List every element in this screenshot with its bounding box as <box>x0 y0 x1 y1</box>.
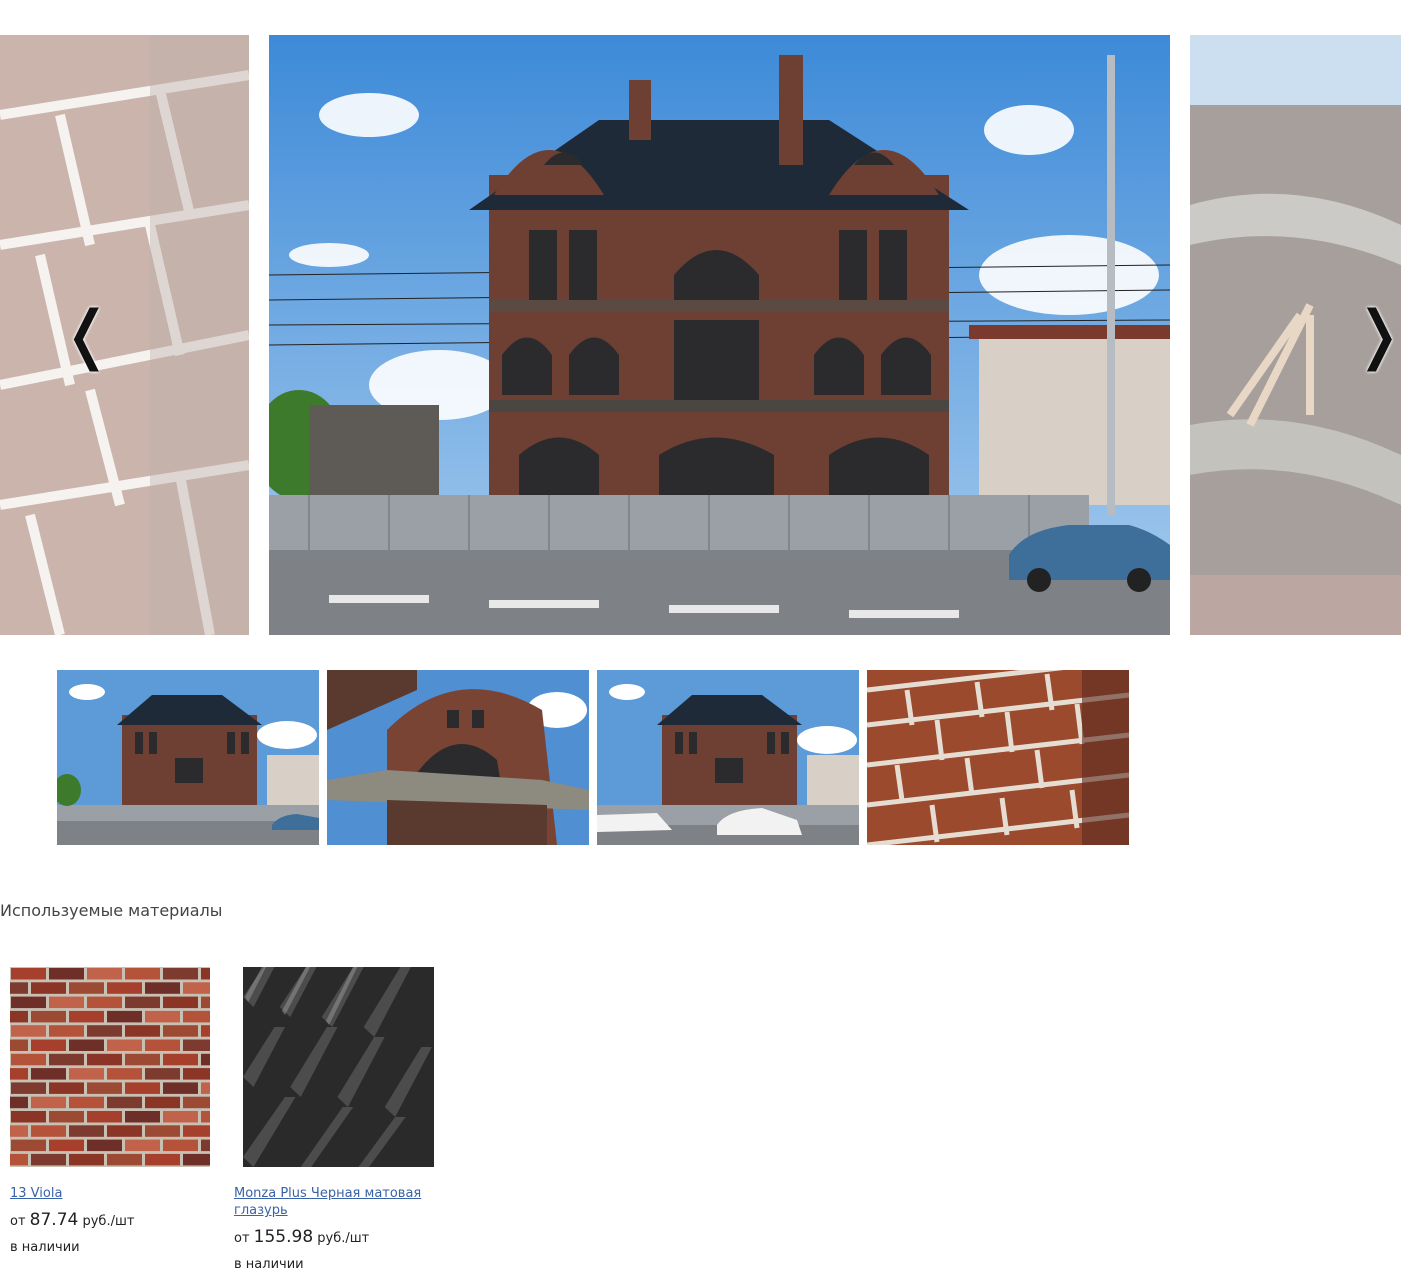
material-swatch-2[interactable] <box>243 967 434 1167</box>
tower-bay-window-thumbnail <box>327 670 589 845</box>
material-card-2: Monza Plus Черная матовая глазурь от 155… <box>234 967 434 1272</box>
material-link-2[interactable]: Monza Plus Черная матовая глазурь <box>234 1185 434 1219</box>
thumbnail-3[interactable] <box>597 670 859 845</box>
house-facade-image <box>269 35 1170 635</box>
red-brick-swatch-image <box>10 967 210 1167</box>
thumbnail-1[interactable] <box>57 670 319 845</box>
thumbnail-2[interactable] <box>327 670 589 845</box>
material-price-1: от 87.74 руб./шт <box>10 1210 135 1230</box>
material-card-1: 13 Viola от 87.74 руб./шт в наличии <box>10 967 210 1255</box>
carousel-main-slide[interactable] <box>269 35 1170 635</box>
material-swatch-1[interactable] <box>10 967 210 1167</box>
thumbnail-4[interactable] <box>867 670 1129 845</box>
house-facade-street-thumbnail <box>597 670 859 845</box>
brick-wall-closeup-thumbnail <box>867 670 1129 845</box>
material-link-1[interactable]: 13 Viola <box>10 1185 210 1202</box>
black-roof-tile-swatch-image <box>243 967 434 1167</box>
carousel-prev-arrow[interactable]: ❬ <box>60 300 114 370</box>
carousel-next-arrow[interactable]: ❭ <box>1352 300 1401 370</box>
house-facade-thumbnail <box>57 670 319 845</box>
materials-section-title: Используемые материалы <box>0 901 223 920</box>
carousel-side-slide-left[interactable] <box>0 35 249 635</box>
material-price-2: от 155.98 руб./шт <box>234 1227 370 1247</box>
material-stock-2: в наличии <box>234 1257 304 1272</box>
material-stock-1: в наличии <box>10 1240 80 1255</box>
